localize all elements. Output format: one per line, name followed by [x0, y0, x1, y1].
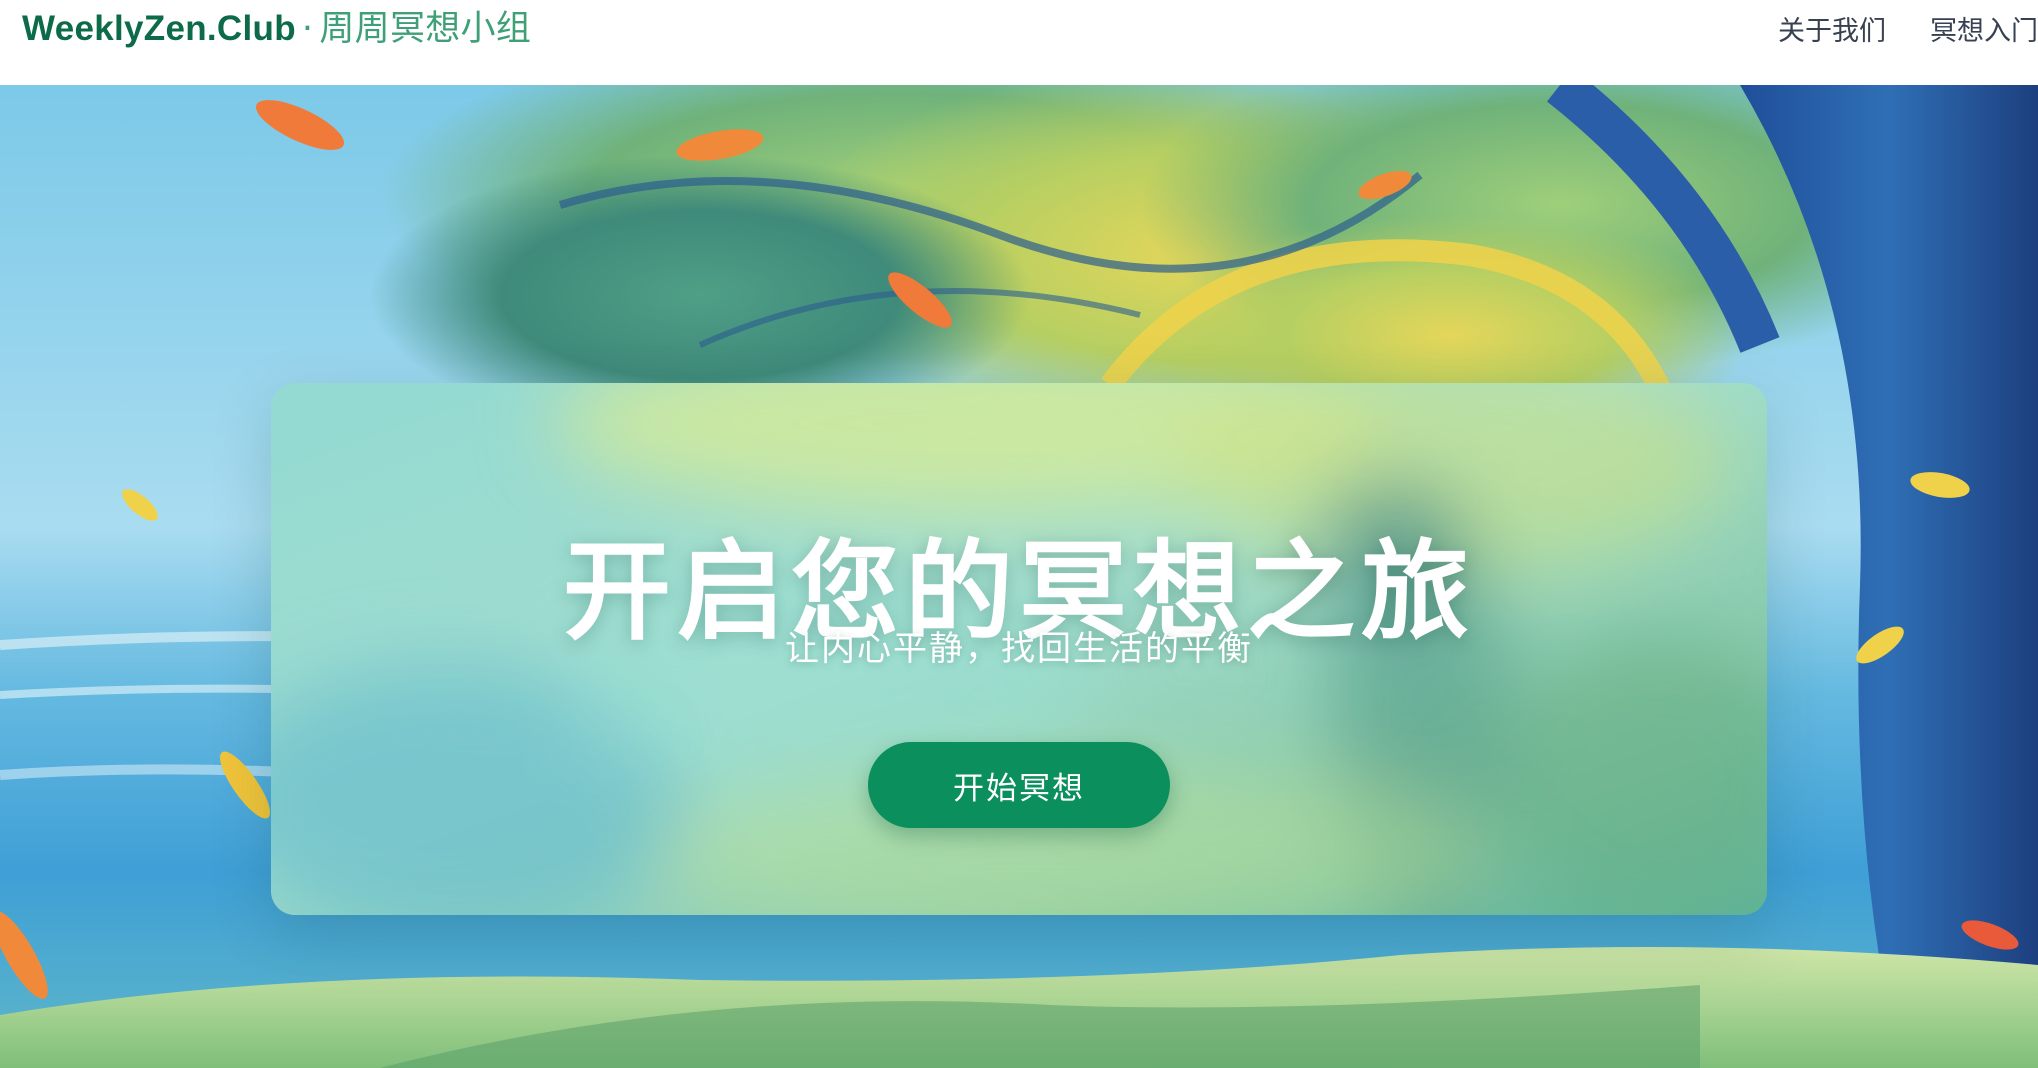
start-meditation-button[interactable]: 开始冥想: [868, 742, 1170, 828]
site-logo[interactable]: WeeklyZen.Club · 周周冥想小组: [22, 4, 531, 54]
hero-section: 开启您的冥想之旅 让内心平静，找回生活的平衡 开始冥想: [0, 85, 2038, 1068]
hero-subtitle: 让内心平静，找回生活的平衡: [785, 629, 1253, 669]
main-nav: 关于我们 冥想入门: [1778, 6, 2038, 50]
logo-brand: WeeklyZen.Club: [22, 9, 296, 48]
nav-link-meditation-intro[interactable]: 冥想入门: [1930, 9, 2038, 48]
nav-link-about[interactable]: 关于我们: [1778, 9, 1886, 48]
logo-subtitle: 周周冥想小组: [319, 9, 532, 49]
logo-separator: ·: [301, 9, 314, 49]
site-header: WeeklyZen.Club · 周周冥想小组 关于我们 冥想入门: [0, 0, 2038, 85]
hero-card: 开启您的冥想之旅 让内心平静，找回生活的平衡 开始冥想: [271, 383, 1767, 915]
